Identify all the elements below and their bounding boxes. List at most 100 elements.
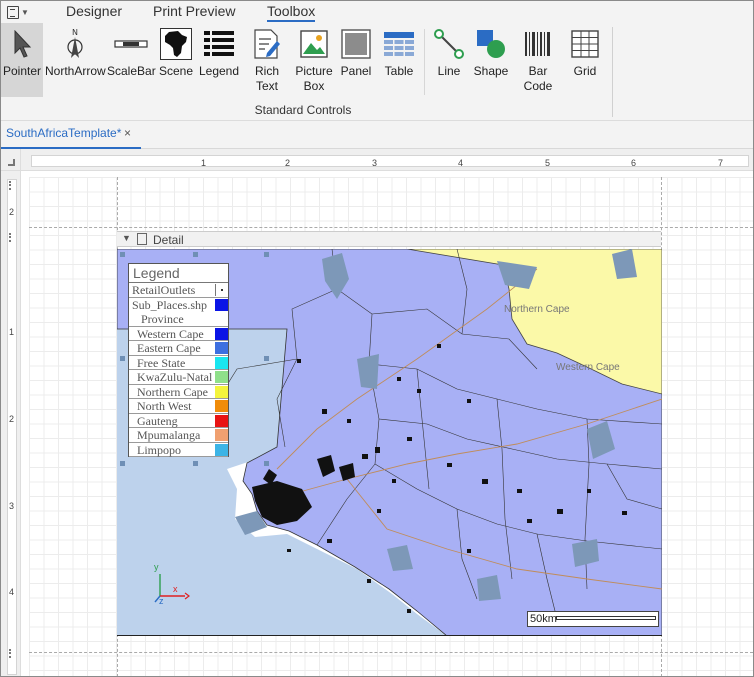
horizontal-ruler: 1 2 3 4 5 6 7: [21, 149, 753, 171]
ruler-number: 2: [9, 414, 15, 424]
ruler-number: 1: [9, 327, 15, 337]
pointer-tool-button[interactable]: Pointer: [1, 23, 43, 97]
legend-item: KwaZulu-Natal: [129, 370, 228, 385]
legend-item-label: Northern Cape: [137, 384, 208, 399]
ruler-corner-icon: [8, 159, 15, 166]
legend-color-swatch: [215, 414, 228, 427]
legend-color-swatch: [215, 327, 228, 340]
close-icon[interactable]: ×: [124, 121, 131, 145]
legend-tool-button[interactable]: Legend: [197, 27, 241, 97]
vertical-ruler-band: [7, 179, 17, 675]
ribbon-tab-row: ▼ Designer Print Preview Toolbox: [1, 1, 753, 23]
ruler-number: 1: [201, 158, 207, 168]
line-icon: [431, 27, 467, 61]
legend-field-label: Province: [141, 311, 184, 326]
collapse-triangle-icon[interactable]: ▼: [122, 233, 131, 243]
legend-item: Limpopo: [129, 442, 228, 457]
picture-box-tool-button[interactable]: Picture Box: [293, 27, 335, 97]
rich-text-icon: [243, 27, 291, 61]
panel-tool-button[interactable]: Panel: [337, 27, 375, 97]
ruler-number: 3: [372, 158, 378, 168]
legend-item: Free State: [129, 355, 228, 370]
band-icon: [137, 233, 147, 245]
band-divider: [29, 652, 753, 653]
legend-point-swatch: [215, 284, 228, 296]
north-arrow-tool-button[interactable]: N NorthArrow: [45, 27, 106, 97]
detail-band-header[interactable]: ▼ Detail: [117, 231, 661, 247]
detail-band-label: Detail: [153, 233, 184, 247]
legend-item-label: Gauteng: [137, 413, 178, 428]
ruler-corner[interactable]: [1, 149, 21, 171]
map-label-western-cape: Western Cape: [556, 362, 620, 373]
grid-tool-button[interactable]: Grid: [567, 27, 603, 97]
tab-toolbox[interactable]: Toolbox: [267, 3, 316, 22]
barcode-tool-button[interactable]: Bar Code: [513, 27, 563, 97]
legend-color-swatch: [215, 342, 228, 354]
resize-handle[interactable]: [264, 461, 269, 466]
toolbox-ribbon: Pointer N NorthArrow ScaleBar Scene Lege…: [1, 23, 753, 121]
table-icon: [379, 27, 419, 61]
legend-item-label: Mpumalanga: [137, 428, 201, 442]
map-label-northern-cape: Northern Cape: [504, 304, 570, 315]
rich-text-tool-button[interactable]: Rich Text: [243, 27, 291, 97]
line-tool-label: Line: [437, 64, 461, 78]
north-arrow-tool-label: NorthArrow: [45, 64, 106, 78]
legend-item-label: KwaZulu-Natal: [137, 370, 213, 384]
ruler-number: 4: [458, 158, 464, 168]
svg-text:N: N: [72, 28, 78, 37]
picture-icon: [293, 27, 335, 61]
scale-bar-tool-label: ScaleBar: [107, 64, 156, 78]
ruler-number: 6: [631, 158, 637, 168]
band-grip[interactable]: [9, 181, 12, 190]
resize-handle[interactable]: [193, 461, 198, 466]
legend-item-label: Eastern Cape: [137, 341, 201, 355]
axes-gizmo-icon: y x z: [151, 562, 191, 608]
resize-handle[interactable]: [264, 356, 269, 361]
line-tool-button[interactable]: Line: [431, 27, 467, 97]
resize-handle[interactable]: [120, 356, 125, 361]
document-tab[interactable]: SouthAfricaTemplate* ×: [1, 121, 141, 149]
band-grip[interactable]: [9, 233, 12, 242]
document-tab-label: SouthAfricaTemplate*: [6, 126, 122, 140]
panel-tool-label: Panel: [340, 64, 372, 78]
ribbon-group-separator: [612, 27, 613, 117]
resize-handle[interactable]: [264, 252, 269, 257]
point-symbol-icon: [221, 289, 223, 291]
legend-items: Western Cape Eastern Cape Free State KwaZul…: [129, 327, 228, 457]
north-arrow-icon: N: [45, 27, 105, 61]
resize-handle[interactable]: [120, 461, 125, 466]
legend-layer-row: RetailOutlets: [129, 283, 228, 298]
document-icon: [7, 5, 19, 19]
legend-item: North West: [129, 399, 228, 414]
ruler-number: 5: [545, 158, 551, 168]
map-legend[interactable]: Legend RetailOutlets Sub_Places.shp Prov…: [128, 263, 229, 457]
resize-handle[interactable]: [193, 252, 198, 257]
legend-item-label: Free State: [137, 355, 186, 370]
legend-layer-label: RetailOutlets: [132, 283, 196, 297]
tab-print-preview[interactable]: Print Preview: [153, 3, 235, 19]
picture-box-tool-label-line2: Box: [303, 79, 325, 93]
legend-layer-label: Sub_Places.shp: [132, 297, 207, 312]
app-menu-button[interactable]: ▼: [7, 3, 35, 21]
axis-x-label: x: [173, 584, 178, 594]
horizontal-ruler-band: [31, 155, 749, 167]
map-scale-bar[interactable]: 50km: [527, 611, 659, 627]
legend-item-label: Limpopo: [137, 442, 181, 457]
table-tool-button[interactable]: Table: [379, 27, 419, 97]
scale-bar-graphic: [556, 616, 656, 620]
grid-icon: [567, 27, 603, 61]
shape-tool-label: Shape: [473, 64, 509, 78]
report-designer-window: ▼ Designer Print Preview Toolbox Pointer…: [0, 0, 754, 677]
panel-icon: [337, 27, 375, 61]
ruler-number: 7: [718, 158, 724, 168]
band-grip[interactable]: [9, 649, 12, 658]
scale-bar-tool-button[interactable]: ScaleBar: [107, 27, 156, 97]
scale-bar-icon: [107, 27, 155, 61]
ribbon-separator: [424, 29, 425, 95]
scale-bar-text: 50km: [530, 613, 557, 625]
barcode-icon: [513, 27, 563, 61]
resize-handle[interactable]: [120, 252, 125, 257]
shape-tool-button[interactable]: Shape: [471, 27, 511, 97]
tab-designer[interactable]: Designer: [66, 3, 122, 19]
scene-tool-button[interactable]: Scene: [157, 27, 195, 97]
